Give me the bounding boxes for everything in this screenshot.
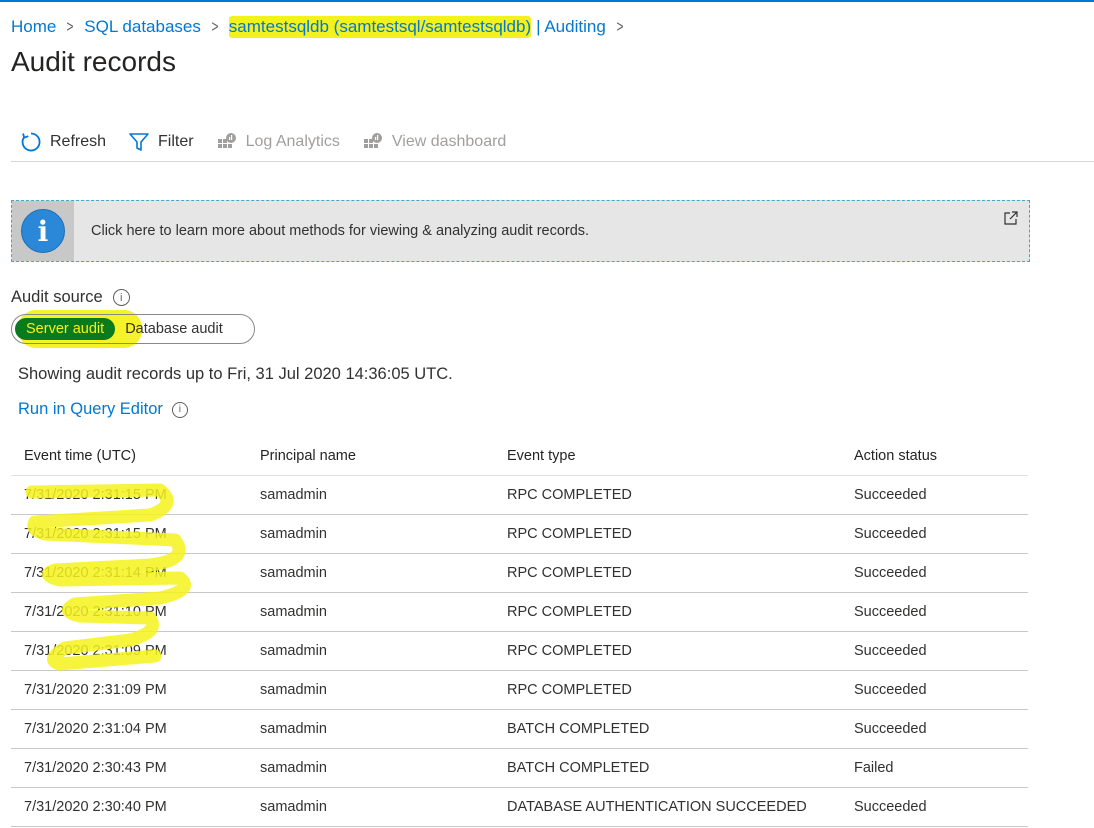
top-accent-line — [0, 0, 1094, 2]
info-icon-box: i — [12, 201, 74, 261]
info-banner[interactable]: i Click here to learn more about methods… — [11, 200, 1030, 262]
cell-event-time: 7/31/2020 2:31:09 PM — [24, 682, 167, 698]
breadcrumb-separator: > — [66, 17, 74, 36]
breadcrumb-sql-databases[interactable]: SQL databases — [84, 17, 201, 37]
info-icon: i — [21, 209, 65, 253]
cell-action-status: Succeeded — [854, 799, 927, 815]
cell-principal-name: samadmin — [260, 760, 327, 776]
cell-principal-name: samadmin — [260, 526, 327, 542]
table-row[interactable]: 7/31/2020 2:31:15 PM samadmin RPC COMPLETE… — [11, 515, 1028, 554]
run-in-query-editor-link[interactable]: Run in Query Editor i — [18, 400, 188, 419]
table-row[interactable]: 7/31/2020 2:30:43 PM samadmin BATCH COMPLE… — [11, 749, 1028, 788]
refresh-label: Refresh — [50, 133, 107, 150]
view-dashboard-button[interactable]: View dashboard — [362, 131, 506, 153]
log-analytics-icon — [216, 131, 238, 153]
table-row[interactable]: 7/31/2020 2:31:09 PM samadmin RPC COMPLETE… — [11, 632, 1028, 671]
audit-source-toggle: Server audit Database audit — [11, 314, 255, 344]
cell-event-type: RPC COMPLETED — [507, 604, 632, 620]
table-row[interactable]: 7/31/2020 2:31:15 PM samadmin RPC COMPLETE… — [11, 476, 1028, 515]
breadcrumb-separator: > — [616, 17, 624, 36]
toolbar-divider — [11, 161, 1094, 162]
cell-event-type: BATCH COMPLETED — [507, 721, 650, 737]
cell-event-time: 7/31/2020 2:30:40 PM — [24, 799, 167, 815]
dashboard-icon — [362, 131, 384, 153]
cell-event-time: 7/31/2020 2:30:43 PM — [24, 760, 167, 776]
showing-records-text: Showing audit records up to Fri, 31 Jul … — [18, 365, 453, 383]
cell-event-time: 7/31/2020 2:31:15 PM — [24, 487, 167, 503]
server-audit-option[interactable]: Server audit — [15, 318, 116, 340]
cell-action-status: Failed — [854, 760, 894, 776]
cell-principal-name: samadmin — [260, 487, 327, 503]
cell-principal-name: samadmin — [260, 643, 327, 659]
cell-principal-name: samadmin — [260, 565, 327, 581]
cell-action-status: Succeeded — [854, 604, 927, 620]
breadcrumb-database[interactable]: samtestsqldb (samtestsql/samtestsqldb) — [228, 16, 532, 38]
cell-event-type: RPC COMPLETED — [507, 526, 632, 542]
column-header-principal-name[interactable]: Principal name — [260, 448, 507, 464]
table-row[interactable]: 7/31/2020 2:31:09 PM samadmin RPC COMPLETE… — [11, 671, 1028, 710]
cell-principal-name: samadmin — [260, 604, 327, 620]
cell-event-time: 7/31/2020 2:31:14 PM — [24, 565, 167, 581]
info-tooltip-icon[interactable]: i — [112, 289, 130, 306]
table-row[interactable]: 7/31/2020 2:30:40 PM samadmin DATABASE AUT… — [11, 788, 1028, 827]
breadcrumb: Home > SQL databases > samtestsqldb (sam… — [11, 15, 634, 39]
table-row[interactable]: 7/31/2020 2:31:14 PM samadmin RPC COMPLETE… — [11, 554, 1028, 593]
cell-action-status: Succeeded — [854, 682, 927, 698]
refresh-icon — [20, 131, 42, 153]
cell-principal-name: samadmin — [260, 721, 327, 737]
toolbar: Refresh Filter Log Analytics View dashbo… — [20, 127, 528, 157]
cell-event-type: RPC COMPLETED — [507, 682, 632, 698]
page-title: Audit records — [11, 46, 176, 77]
cell-event-type: RPC COMPLETED — [507, 565, 632, 581]
cell-action-status: Succeeded — [854, 721, 927, 737]
cell-action-status: Succeeded — [854, 526, 927, 542]
cell-event-time: 7/31/2020 2:31:15 PM — [24, 526, 167, 542]
table-header: Event time (UTC) Principal name Event ty… — [11, 437, 1028, 476]
cell-principal-name: samadmin — [260, 682, 327, 698]
audit-source-label: Audit source i — [11, 288, 130, 307]
audit-source-text: Audit source — [11, 288, 103, 306]
breadcrumb-auditing[interactable]: | Auditing — [536, 17, 606, 37]
run-in-query-editor-label: Run in Query Editor — [18, 400, 163, 418]
filter-icon — [128, 131, 150, 153]
refresh-button[interactable]: Refresh — [20, 131, 106, 153]
view-dashboard-label: View dashboard — [391, 133, 507, 150]
column-header-action-status[interactable]: Action status — [854, 448, 1028, 464]
cell-event-type: DATABASE AUTHENTICATION SUCCEEDED — [507, 799, 807, 815]
cell-action-status: Succeeded — [854, 643, 927, 659]
cell-principal-name: samadmin — [260, 799, 327, 815]
column-header-event-time[interactable]: Event time (UTC) — [11, 448, 260, 464]
log-analytics-label: Log Analytics — [245, 133, 340, 150]
table-row[interactable]: 7/31/2020 2:31:04 PM samadmin BATCH COMPLE… — [11, 710, 1028, 749]
external-link-icon[interactable] — [1003, 210, 1019, 226]
audit-records-table: Event time (UTC) Principal name Event ty… — [11, 437, 1028, 827]
breadcrumb-separator: > — [211, 17, 219, 36]
cell-event-time: 7/31/2020 2:31:04 PM — [24, 721, 167, 737]
cell-event-type: RPC COMPLETED — [507, 643, 632, 659]
table-body: 7/31/2020 2:31:15 PM samadmin RPC COMPLETE… — [11, 476, 1028, 827]
cell-action-status: Succeeded — [854, 487, 927, 503]
info-tooltip-icon[interactable]: i — [171, 401, 188, 418]
log-analytics-button[interactable]: Log Analytics — [216, 131, 340, 153]
cell-event-time: 7/31/2020 2:31:10 PM — [24, 604, 167, 620]
database-audit-option[interactable]: Database audit — [115, 318, 233, 340]
cell-event-time: 7/31/2020 2:31:09 PM — [24, 643, 167, 659]
cell-event-type: BATCH COMPLETED — [507, 760, 650, 776]
cell-action-status: Succeeded — [854, 565, 927, 581]
table-row[interactable]: 7/31/2020 2:31:10 PM samadmin RPC COMPLETE… — [11, 593, 1028, 632]
filter-label: Filter — [158, 133, 194, 150]
column-header-event-type[interactable]: Event type — [507, 448, 854, 464]
info-banner-text[interactable]: Click here to learn more about methods f… — [91, 223, 589, 239]
breadcrumb-home[interactable]: Home — [11, 17, 56, 37]
cell-event-type: RPC COMPLETED — [507, 487, 632, 503]
filter-button[interactable]: Filter — [128, 131, 194, 153]
